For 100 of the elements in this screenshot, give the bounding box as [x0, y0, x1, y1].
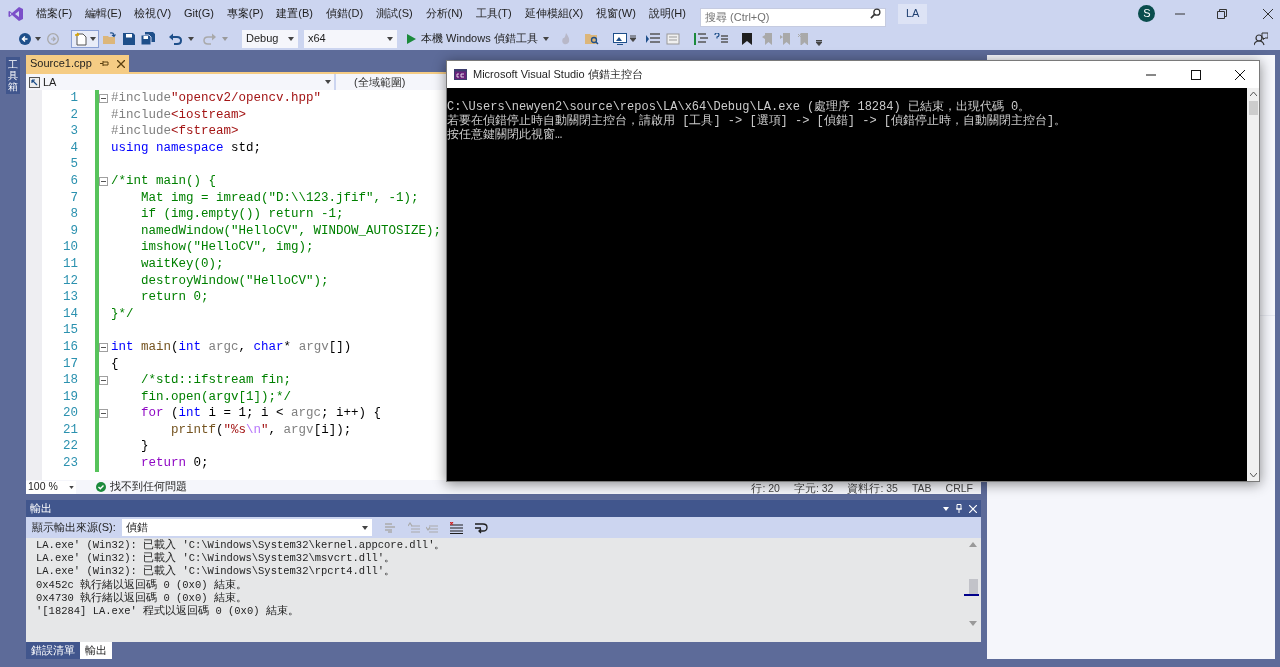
source-label: 顯示輸出來源(S):: [32, 520, 116, 536]
menu-item[interactable]: 檔案(F): [36, 5, 73, 22]
collapse-icon[interactable]: [99, 176, 108, 186]
scrollbar-thumb[interactable]: [968, 579, 978, 594]
code-line: return 0;: [140, 455, 209, 472]
account-avatar[interactable]: S: [1138, 5, 1156, 22]
code-line: imshow("HelloCV", img);: [140, 239, 314, 256]
save-icon[interactable]: [123, 32, 135, 45]
feedback-icon[interactable]: [1254, 31, 1268, 46]
menu-item[interactable]: 檢視(V): [134, 5, 172, 22]
collapse-icon[interactable]: [99, 409, 108, 419]
scrollbar-thumb[interactable]: [1248, 101, 1258, 115]
pin-icon[interactable]: [99, 60, 109, 67]
collapse-icon[interactable]: [99, 93, 108, 103]
caret-icon: [361, 525, 368, 530]
overflow-icon[interactable]: [815, 39, 822, 46]
menu-item[interactable]: 建置(B): [276, 5, 313, 22]
outdent-icon[interactable]: [693, 32, 708, 45]
menu-item[interactable]: 測試(S): [376, 5, 413, 22]
code-line: if (img.empty()) return -1;: [140, 206, 344, 223]
code-line: {: [110, 355, 119, 373]
caret-icon[interactable]: [188, 36, 194, 41]
source-dropdown[interactable]: 偵錯: [121, 519, 372, 536]
scroll-down-icon[interactable]: [1249, 473, 1257, 477]
function-dropdown[interactable]: (全域範圍): [336, 74, 444, 90]
run-button[interactable]: 本機 Windows 偵錯工具: [405, 29, 551, 48]
line-number: 12: [62, 272, 78, 290]
search-icon: [870, 8, 881, 19]
menu-item[interactable]: 偵錯(D): [325, 5, 364, 22]
new-item-icon[interactable]: [74, 31, 88, 46]
code-line: return 0;: [140, 289, 209, 306]
back-icon[interactable]: [19, 32, 31, 45]
editor-tab[interactable]: Source1.cpp: [26, 55, 129, 72]
line-number: 23: [62, 455, 78, 472]
project-icon: [29, 76, 40, 88]
indent-icon[interactable]: [645, 32, 660, 45]
line-number: 7: [69, 189, 78, 207]
word-wrap-icon[interactable]: [474, 521, 488, 534]
menu-item[interactable]: 專案(P): [226, 5, 264, 22]
close-icon[interactable]: [1235, 69, 1245, 80]
output-line: 0x4730 執行緒以返回碼 0 (0x0) 結束。: [36, 591, 248, 605]
menu-item[interactable]: 工具(T): [475, 5, 512, 22]
caret-icon[interactable]: [943, 506, 949, 511]
maximize-icon[interactable]: [1191, 69, 1201, 80]
save-all-icon[interactable]: [141, 32, 155, 45]
caret-icon: [288, 36, 294, 41]
line-number: 4: [69, 139, 78, 157]
open-folder-icon[interactable]: [103, 32, 117, 45]
folder-search-icon[interactable]: [584, 32, 599, 45]
console-line: C:\Users\newyen2\source\repos\LA\x64\Debug\LA.exe (處理序 18284) 已結束，出現代碼 0。: [447, 100, 1032, 114]
close-icon[interactable]: [1263, 8, 1274, 19]
collapse-icon[interactable]: [99, 375, 108, 385]
line-number: 2: [69, 106, 78, 124]
code-line: printf("%s\n", argv[i]);: [170, 421, 352, 439]
line-number: 21: [62, 421, 78, 439]
bookmark-icon[interactable]: [741, 32, 752, 45]
output-line: LA.exe' (Win32): 已載入 'C:\Windows\System32\kernel.appcore.dll'。: [36, 539, 447, 552]
menu-item[interactable]: Git(G): [183, 5, 214, 22]
line-number: 1: [69, 90, 78, 107]
line-number: 3: [69, 123, 78, 140]
close-icon[interactable]: [116, 59, 125, 68]
line-number: 15: [62, 322, 78, 339]
panel-tab[interactable]: 錯誤清單: [26, 642, 80, 659]
caret-icon[interactable]: [35, 36, 41, 41]
line-number: 22: [62, 438, 78, 456]
caret-icon: [69, 485, 74, 489]
line-number: 18: [62, 372, 78, 389]
comment-lines-icon[interactable]: [713, 32, 728, 45]
zoom-dropdown[interactable]: 100 %: [26, 480, 76, 494]
app-logo: [8, 5, 24, 22]
menu-item[interactable]: 說明(H): [648, 5, 686, 22]
code-line: /*std::ifstream fin;: [140, 372, 292, 389]
line-number: 11: [62, 255, 78, 273]
search-field[interactable]: 搜尋 (Ctrl+Q): [700, 7, 886, 27]
caret-icon[interactable]: [90, 36, 96, 41]
menu-item[interactable]: 延伸模組(X): [524, 5, 584, 22]
overflow-icon[interactable]: [629, 35, 636, 42]
line-number: 13: [62, 289, 78, 306]
scroll-up-icon[interactable]: [1249, 92, 1257, 96]
collapse-icon[interactable]: [99, 342, 108, 352]
code-line: namedWindow("HelloCV", WINDOW_AUTOSIZE);: [140, 222, 442, 240]
console-line: 若要在偵錯停止時自動關閉主控台，請啟用 [工具] -> [選項] -> [偵錯] -> [偵錯停止時，自動關閉主控台]。: [447, 114, 1068, 128]
line-number: 9: [69, 222, 78, 240]
panel-title: 輸出: [30, 501, 52, 517]
panel-tab[interactable]: 輸出: [80, 642, 112, 659]
configuration-dropdown[interactable]: Debug: [242, 29, 298, 48]
code-line: #include<iostream>: [110, 106, 247, 124]
platform-dropdown[interactable]: x64: [304, 29, 397, 48]
issues-status[interactable]: 找不到任何問題: [110, 479, 187, 495]
toolbox-tab[interactable]: 工具箱: [6, 57, 20, 94]
menu-item[interactable]: 編輯(E): [84, 5, 122, 22]
menu-item[interactable]: 分析(N): [425, 5, 463, 22]
line-number: 17: [62, 355, 78, 373]
restore-icon[interactable]: [1217, 8, 1228, 19]
screen-icon[interactable]: [612, 32, 627, 45]
undo-icon[interactable]: [169, 32, 182, 45]
play-icon: [407, 33, 416, 44]
clear-all-icon[interactable]: [449, 521, 463, 534]
code-line: #include"opencv2/opencv.hpp": [110, 90, 322, 107]
menu-item[interactable]: 視窗(W): [596, 5, 636, 22]
